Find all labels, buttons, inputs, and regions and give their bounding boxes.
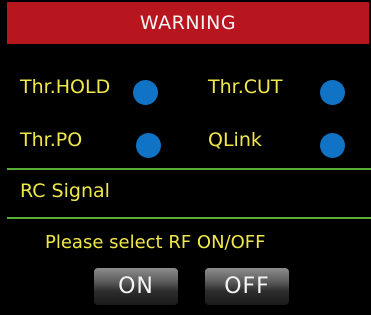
status-label-thr-cut: Thr.CUT — [208, 76, 283, 98]
header-title: WARNING — [139, 12, 237, 34]
status-label-thr-hold: Thr.HOLD — [20, 76, 111, 98]
status-label-thr-po: Thr.PO — [20, 129, 83, 151]
warning-screen: WARNING Thr.HOLD Thr.CUT Thr.PO QLink RC… — [0, 0, 371, 315]
thr-cut-indicator-icon — [320, 80, 345, 105]
rf-prompt: Please select RF ON/OFF — [45, 232, 266, 253]
divider-top — [7, 168, 371, 170]
status-label-qlink: QLink — [208, 129, 262, 151]
thr-hold-indicator-icon — [133, 80, 158, 105]
qlink-indicator-icon — [320, 133, 345, 158]
thr-po-indicator-icon — [136, 133, 161, 158]
rf-on-button[interactable]: ON — [94, 268, 178, 305]
rc-signal-label: RC Signal — [20, 180, 110, 202]
divider-bottom — [7, 217, 371, 219]
warning-header: WARNING — [7, 2, 369, 44]
rf-off-button[interactable]: OFF — [205, 268, 289, 305]
